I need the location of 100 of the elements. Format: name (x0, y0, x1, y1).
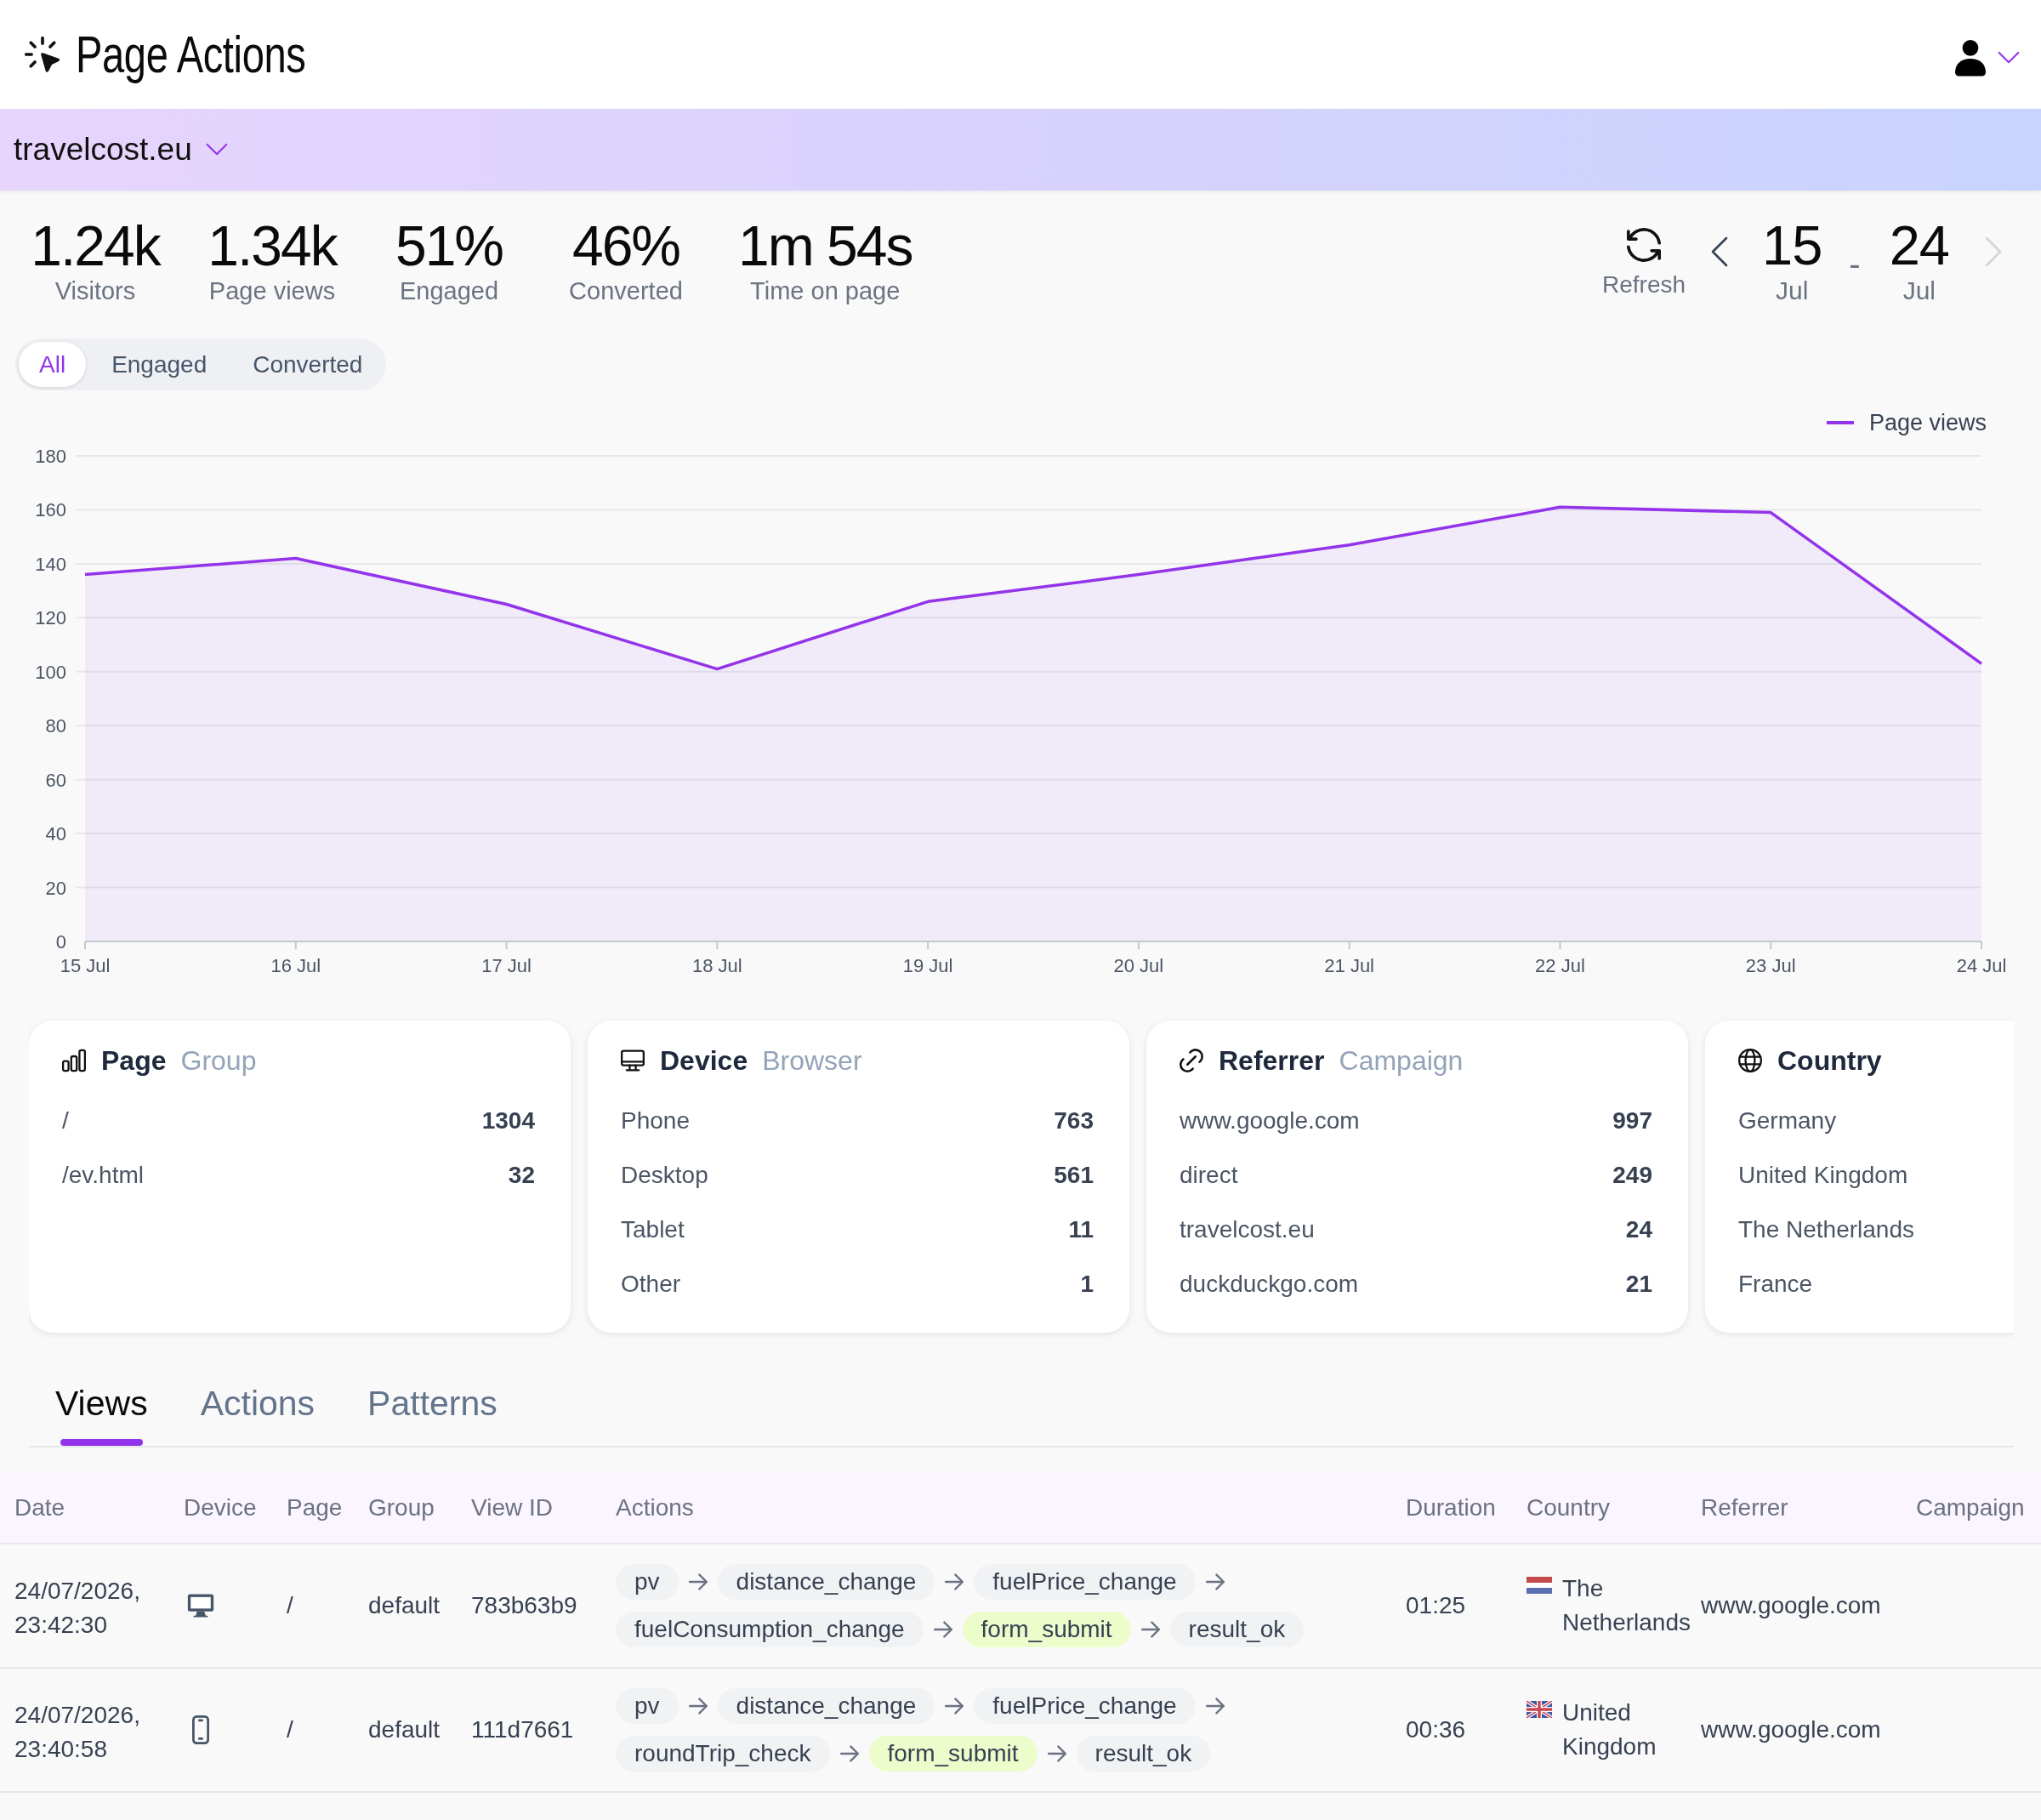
y-axis-label: 80 (45, 715, 66, 737)
row-value: 1304 (481, 1107, 535, 1135)
y-axis-label: 120 (35, 607, 66, 629)
legend-label: Page views (1868, 409, 1987, 436)
view-tab[interactable]: Views (29, 1383, 174, 1446)
row-value: 763 (1054, 1107, 1094, 1135)
row-value: 21 (1625, 1271, 1652, 1298)
view-tab[interactable]: Patterns (341, 1383, 524, 1446)
column-header: Country (1526, 1494, 1611, 1521)
x-axis-label: 17 Jul (481, 955, 532, 976)
card-tab[interactable]: Device (660, 1044, 748, 1078)
card-tab[interactable]: Referrer (1219, 1044, 1325, 1078)
stat-value: 51% (395, 216, 503, 276)
cursor-click-icon (25, 37, 60, 72)
x-axis-label: 20 Jul (1113, 955, 1164, 976)
column-header: Group (368, 1494, 435, 1521)
filter-option[interactable]: Converted (232, 342, 384, 387)
action-tag: distance_change (717, 1688, 935, 1724)
referrer-url: www.google.com (1701, 1591, 1881, 1620)
column-header: Referrer (1701, 1494, 1788, 1521)
column-header: Actions (616, 1494, 694, 1521)
action-tag: pv (616, 1564, 679, 1600)
stat-value: 1.24k (31, 216, 160, 276)
arrow-right-icon (688, 1573, 708, 1590)
arrow-right-icon (1140, 1621, 1160, 1638)
column-header: Device (184, 1494, 257, 1521)
x-axis-label: 22 Jul (1535, 955, 1585, 976)
card-tab[interactable]: Page (101, 1044, 167, 1078)
row-value: 561 (1054, 1162, 1094, 1189)
app-title: Page Actions (76, 24, 306, 85)
x-axis-label: 21 Jul (1324, 955, 1375, 976)
previous-period-button[interactable] (1711, 236, 1729, 267)
bar-chart-icon (62, 1049, 86, 1072)
filter-option[interactable]: All (19, 342, 87, 387)
x-axis-label: 18 Jul (691, 955, 742, 976)
row-label: duckduckgo.com (1180, 1271, 1359, 1298)
action-tag: fuelPrice_change (974, 1688, 1196, 1724)
stat-label: Visitors (54, 276, 136, 306)
country-name: United Kingdom (1562, 1698, 1657, 1761)
column-header: Campaign (1916, 1494, 2025, 1521)
row-value: 32 (508, 1162, 535, 1189)
arrow-right-icon (945, 1698, 964, 1715)
row-value: 249 (1612, 1162, 1652, 1189)
action-tag: distance_change (717, 1564, 935, 1600)
row-value: 997 (1612, 1107, 1652, 1135)
action-tag: fuelPrice_change (974, 1564, 1196, 1600)
arrow-right-icon (945, 1573, 964, 1590)
stat-value: 46% (571, 216, 680, 276)
row-label: travelcost.eu (1180, 1216, 1315, 1243)
arrow-right-icon (688, 1698, 708, 1715)
row-label: Phone (621, 1107, 690, 1135)
card-tab[interactable]: Country (1777, 1044, 1882, 1078)
x-axis-label: 16 Jul (270, 955, 321, 976)
user-icon (1955, 39, 1986, 77)
y-axis-label: 180 (35, 446, 66, 467)
x-axis-label: 24 Jul (1956, 955, 2007, 976)
globe-icon (1738, 1049, 1762, 1072)
start-date-button[interactable]: 15 Jul (1762, 216, 1822, 306)
row-label: Desktop (621, 1162, 708, 1189)
stat-label: Converted (569, 276, 683, 306)
stat-label: Engaged (399, 276, 499, 306)
y-axis-label: 160 (35, 499, 66, 521)
chevron-down-icon (1998, 51, 2020, 65)
refresh-button[interactable]: Refresh (1602, 228, 1686, 299)
site-selector[interactable]: travelcost.eu (14, 132, 228, 168)
action-tag: form_submit (962, 1612, 1131, 1647)
row-value: 11 (1068, 1216, 1094, 1243)
stat-value: 1.34k (208, 216, 337, 276)
row-label: Germany (1738, 1107, 1837, 1135)
y-axis-label: 100 (35, 661, 66, 683)
duration: 01:25 (1406, 1591, 1466, 1620)
arrow-right-icon (1205, 1573, 1225, 1590)
row-label: France (1738, 1271, 1813, 1298)
action-tag: roundTrip_check (616, 1736, 830, 1772)
filter-option[interactable]: Engaged (91, 342, 228, 387)
chevron-down-icon (205, 143, 228, 156)
chevron-left-icon (1711, 236, 1729, 267)
stat-label: Page views (208, 276, 336, 306)
x-axis-label: 23 Jul (1745, 955, 1796, 976)
arrow-right-icon (1047, 1745, 1066, 1762)
arrow-right-icon (839, 1745, 859, 1762)
arrow-right-icon (1205, 1698, 1225, 1715)
view-id: 783b63b9 (471, 1591, 577, 1620)
duration: 00:36 (1406, 1715, 1466, 1744)
link-icon (1180, 1049, 1203, 1072)
arrow-right-icon (933, 1621, 952, 1638)
user-menu-button[interactable] (1955, 39, 2020, 77)
y-axis-label: 0 (55, 931, 66, 953)
row-label: direct (1180, 1162, 1238, 1189)
row-label: United Kingdom (1738, 1162, 1908, 1189)
group-name: default (368, 1591, 441, 1620)
date-separator: - (1849, 247, 1861, 281)
view-tab[interactable]: Actions (173, 1383, 342, 1446)
action-tag: result_ok (1076, 1736, 1211, 1772)
row-label: / (62, 1107, 69, 1135)
end-date-button[interactable]: 24 Jul (1889, 216, 1949, 306)
x-axis-label: 19 Jul (902, 955, 953, 976)
x-axis-label: 15 Jul (60, 955, 111, 976)
action-tag: pv (616, 1688, 679, 1724)
row-label: /ev.html (62, 1162, 144, 1189)
